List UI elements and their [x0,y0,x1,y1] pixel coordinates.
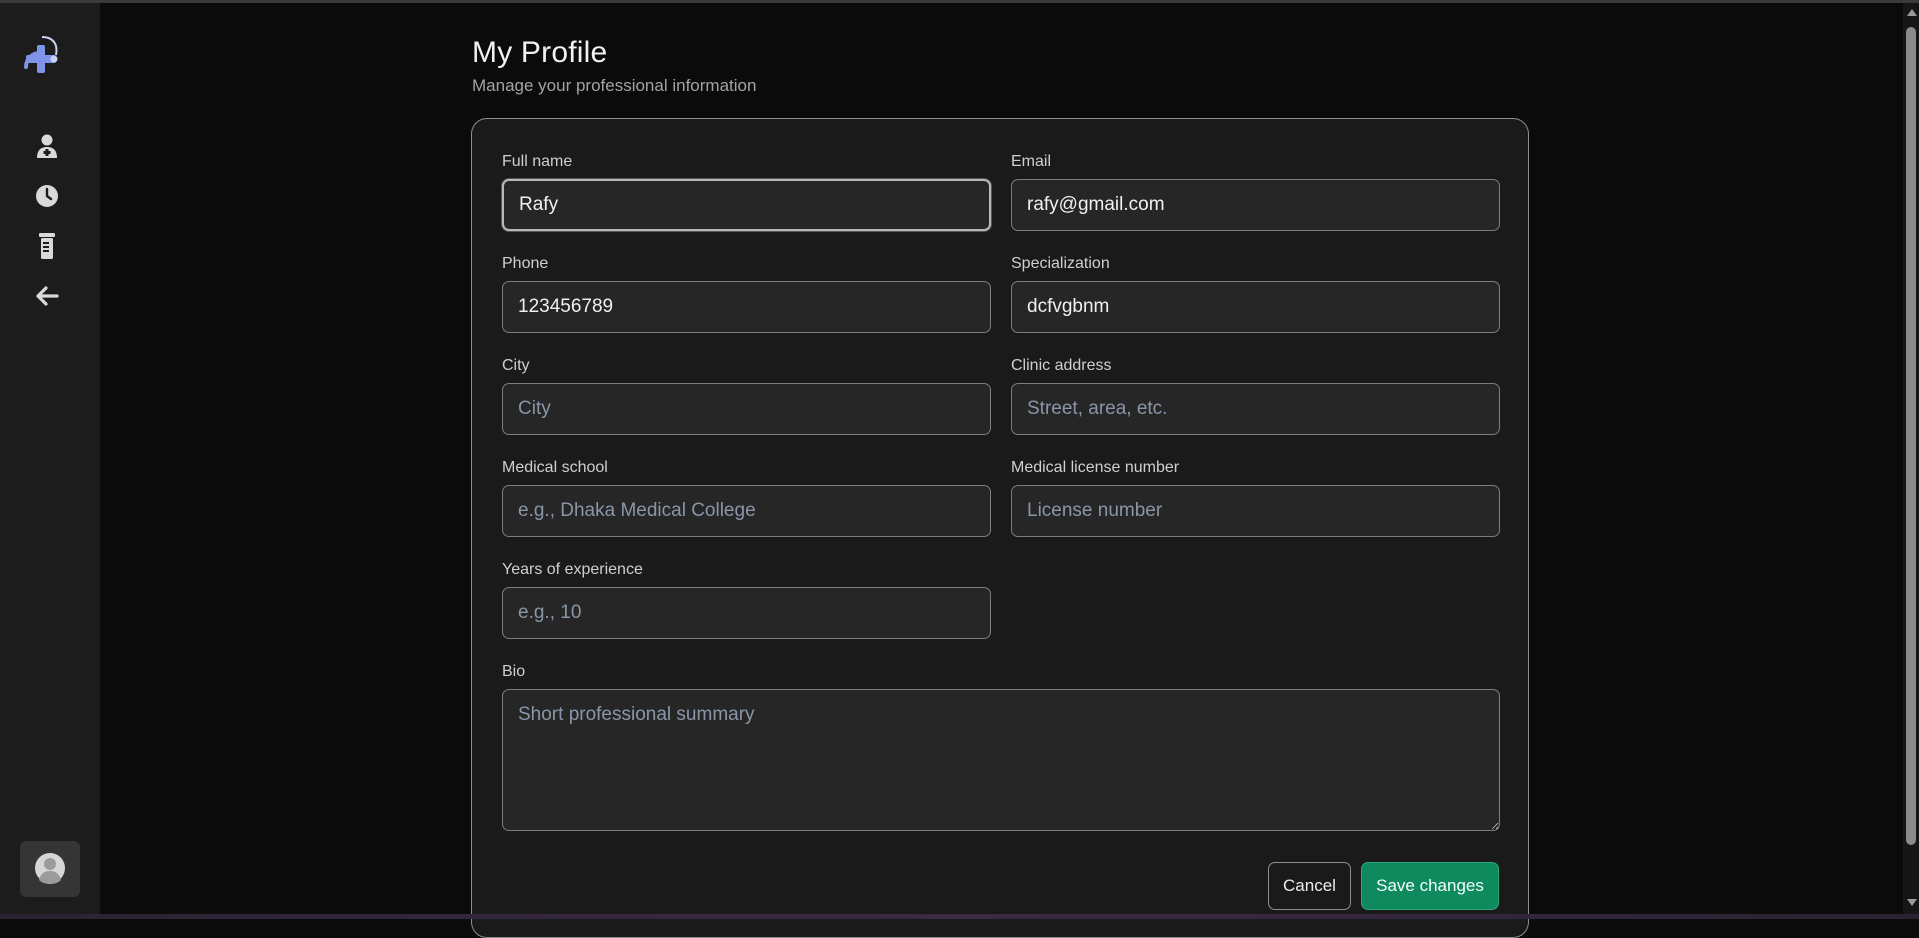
cancel-button[interactable]: Cancel [1268,862,1351,910]
window-bottom-border [0,914,1919,919]
license-number-input[interactable] [1011,485,1500,537]
user-avatar-icon [35,853,65,884]
bio-label: Bio [502,663,526,680]
page-subtitle: Manage your professional information [472,76,757,95]
save-changes-button[interactable]: Save changes [1361,862,1499,910]
scroll-down-arrow-icon[interactable] [1907,899,1917,906]
page-scrollbar[interactable] [1903,3,1919,914]
city-input[interactable] [502,383,991,435]
document-icon [39,233,55,259]
clinic-address-input[interactable] [1011,383,1500,435]
medical-school-input[interactable] [502,485,991,537]
medical-school-label: Medical school [502,459,608,476]
sidebar-item-back[interactable] [32,281,62,311]
email-label: Email [1011,153,1052,170]
sidebar-item-doctors[interactable] [32,131,62,161]
specialization-label: Specialization [1011,255,1110,272]
license-number-label: Medical license number [1011,459,1180,476]
doctor-icon [37,134,57,158]
clock-icon [36,185,58,207]
years-experience-label: Years of experience [502,561,643,578]
years-experience-input[interactable] [502,587,991,639]
medical-logo-icon[interactable] [20,27,64,81]
phone-input[interactable] [502,281,991,333]
window-top-border [0,0,1919,3]
scroll-up-arrow-icon[interactable] [1907,9,1917,16]
sidebar [0,3,100,914]
phone-label: Phone [502,255,549,272]
full-name-label: Full name [502,153,573,170]
user-avatar[interactable] [20,841,80,897]
arrow-left-icon [36,286,59,306]
email-input[interactable] [1011,179,1500,231]
page-title: My Profile [472,36,608,69]
city-label: City [502,357,530,374]
sidebar-item-history[interactable] [32,181,62,211]
bio-textarea[interactable] [502,689,1500,831]
full-name-input[interactable] [502,179,991,231]
sidebar-item-documents[interactable] [32,231,62,261]
clinic-address-label: Clinic address [1011,357,1112,374]
scrollbar-thumb[interactable] [1906,27,1916,845]
specialization-input[interactable] [1011,281,1500,333]
